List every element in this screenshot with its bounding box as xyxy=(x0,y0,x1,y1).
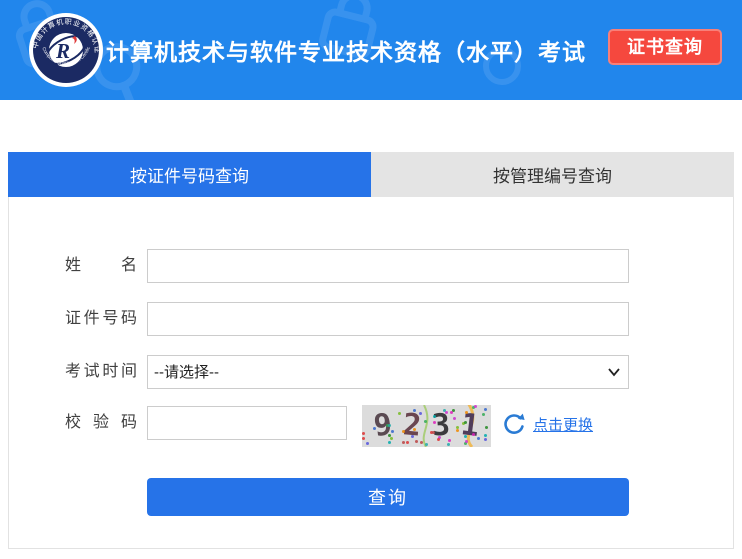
captcha-label: 校 验 码 xyxy=(65,406,137,440)
page-title: 计算机技术与软件专业技术资格（水平）考试 xyxy=(106,0,586,100)
captcha-change-link[interactable]: 点击更换 xyxy=(533,414,593,435)
refresh-icon xyxy=(502,412,526,436)
tab-query-by-admin-number[interactable]: 按管理编号查询 xyxy=(371,152,734,197)
page-header: R 中国计算机职业资格认证 Computer Qualification Cer… xyxy=(0,0,742,100)
query-tabs: 按证件号码查询 按管理编号查询 xyxy=(8,152,734,197)
exam-time-select[interactable]: --请选择-- xyxy=(147,355,629,389)
exam-logo: R 中国计算机职业资格认证 Computer Qualification Cer… xyxy=(28,12,104,88)
name-label: 姓 名 xyxy=(65,249,137,283)
tab-query-by-id-number[interactable]: 按证件号码查询 xyxy=(8,152,371,197)
captcha-digits: 9 2 3 1 xyxy=(362,405,491,447)
captcha-image[interactable]: 9 2 3 1 xyxy=(362,405,491,447)
name-input[interactable] xyxy=(147,249,629,283)
id-number-input[interactable] xyxy=(147,302,629,336)
id-number-label: 证件号码 xyxy=(65,302,137,336)
certificate-query-button[interactable]: 证书查询 xyxy=(608,29,722,65)
captcha-input[interactable] xyxy=(147,406,347,440)
query-form-panel: 姓 名 证件号码 考试时间 --请选择-- 校 验 码 9 2 xyxy=(8,197,734,549)
exam-time-select-wrap: --请选择-- xyxy=(147,355,629,389)
exam-time-label: 考试时间 xyxy=(65,355,137,389)
query-submit-button[interactable]: 查询 xyxy=(147,478,629,516)
captcha-refresh-button[interactable] xyxy=(501,412,527,438)
